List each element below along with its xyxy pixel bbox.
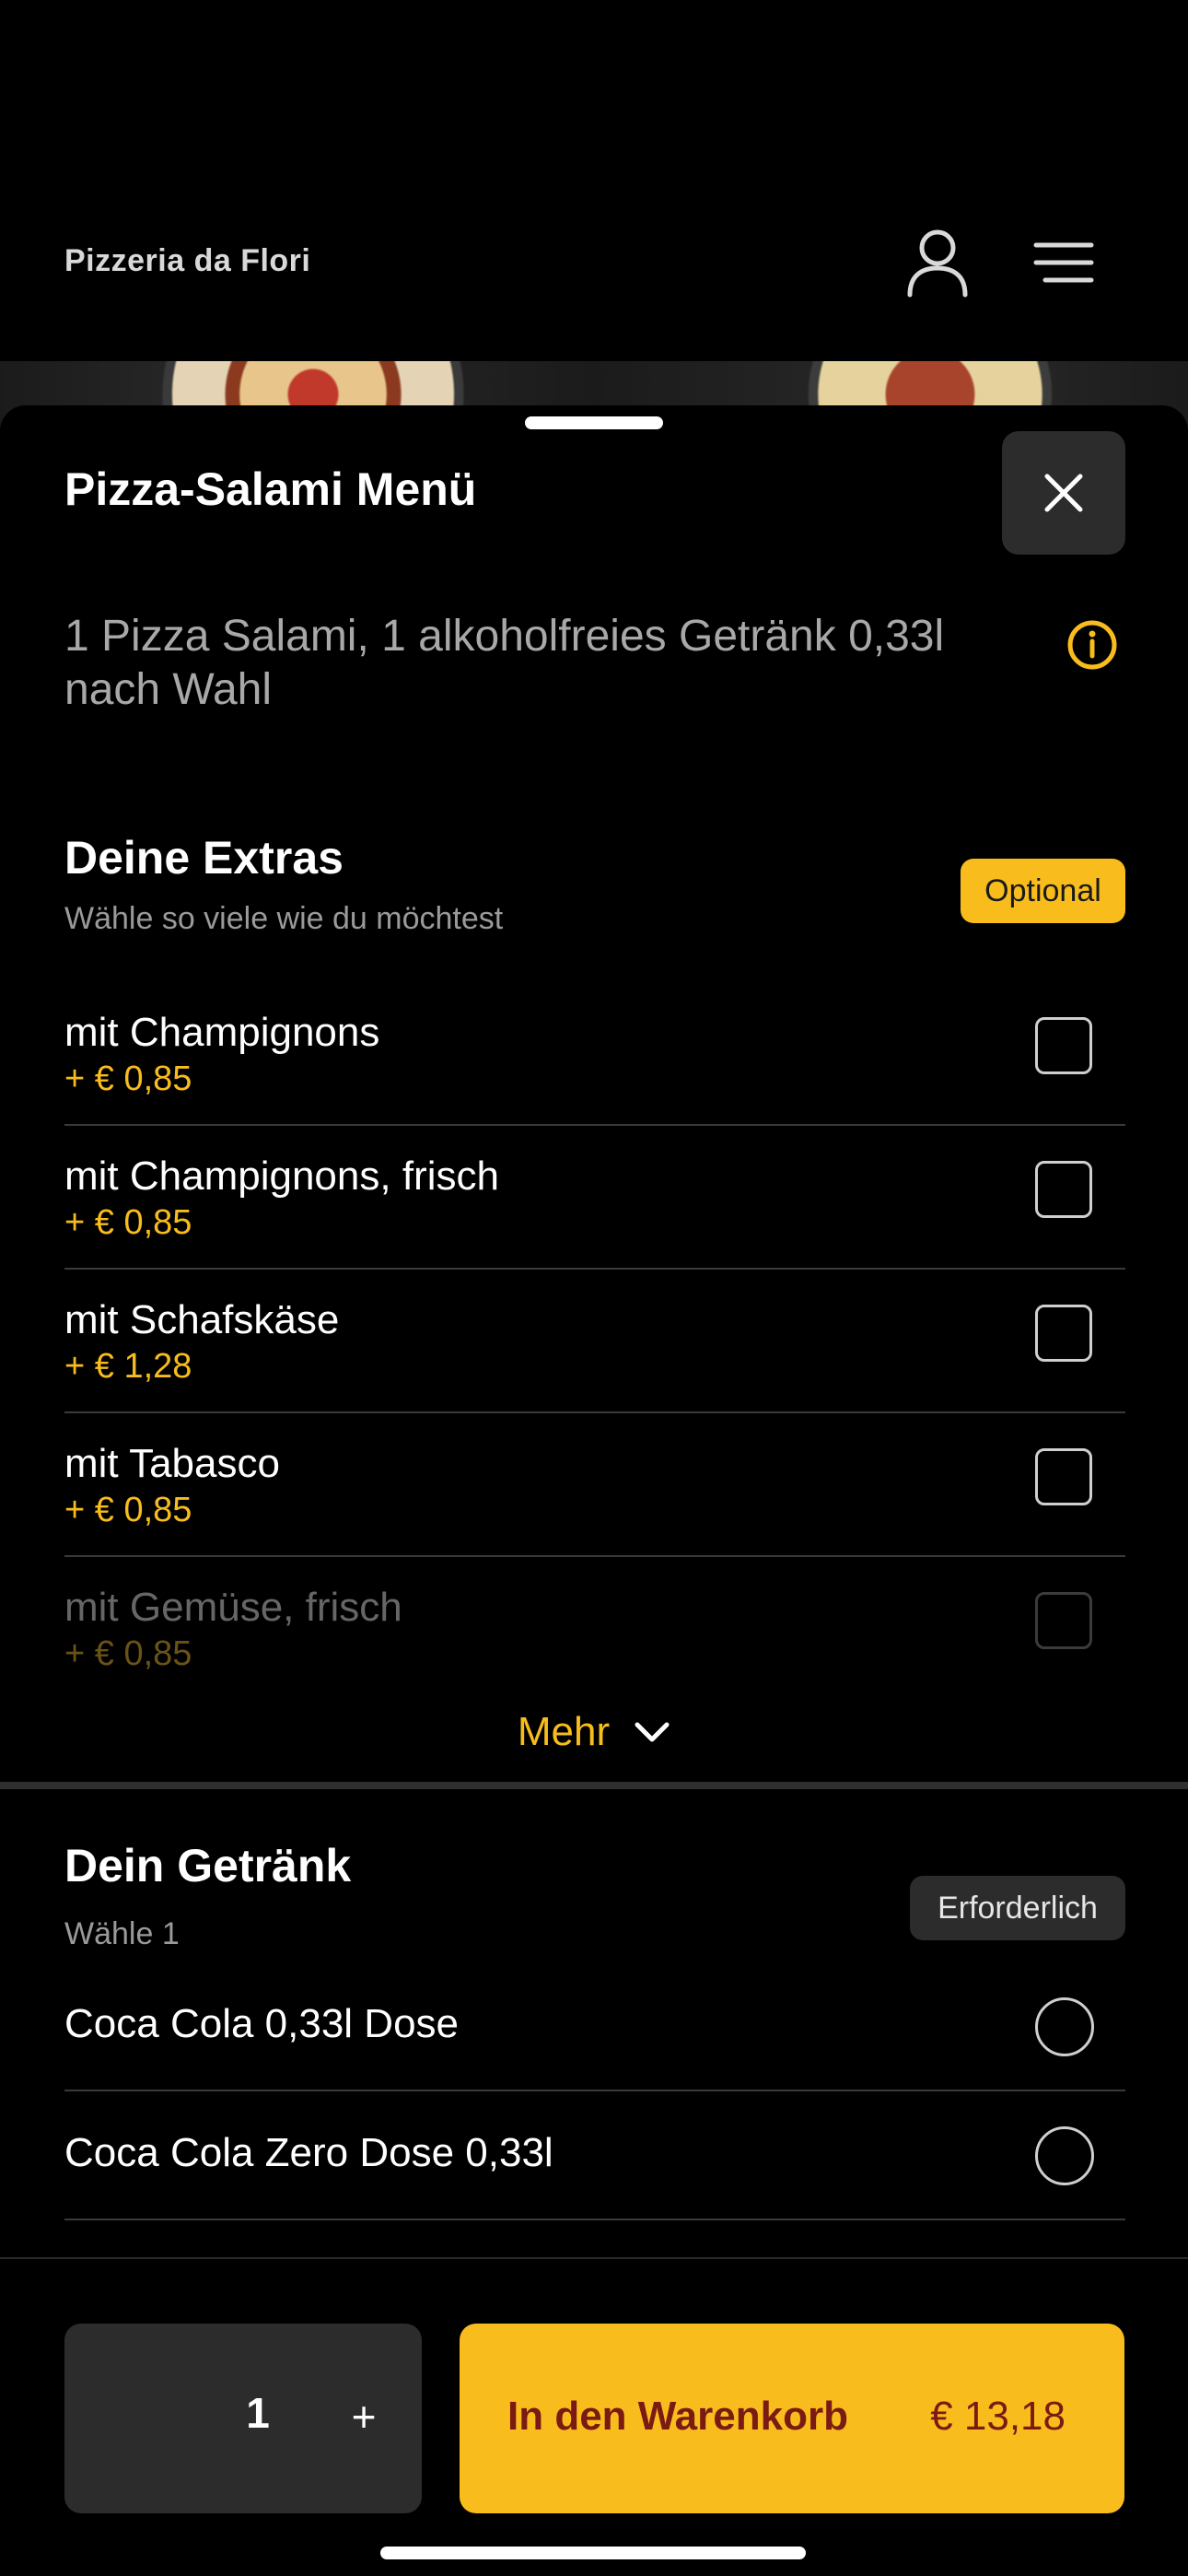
drink-name: Coca Cola Zero Dose 0,33l [64,2130,553,2175]
add-to-cart-label: In den Warenkorb [507,2394,848,2439]
extras-title: Deine Extras [64,832,344,884]
drink-option[interactable]: Coca Cola Zero Dose 0,33l [64,2091,1125,2220]
extra-checkbox[interactable] [1035,1448,1092,1505]
extra-name: mit Gemüse, frisch [64,1585,402,1630]
extra-checkbox[interactable] [1035,1592,1092,1649]
drinks-title: Dein Getränk [64,1840,352,1891]
extra-price: + € 0,85 [64,1060,192,1098]
extras-subtitle: Wähle so viele wie du möchtest [64,901,504,936]
cart-total: € 13,18 [930,2394,1066,2439]
close-icon [1044,474,1083,512]
extra-price: + € 0,85 [64,1491,192,1529]
product-title: Pizza-Salami Menü [64,463,477,515]
home-indicator [380,2547,806,2559]
quantity-stepper[interactable]: 1 + [64,2324,422,2513]
extra-name: mit Champignons [64,1010,380,1055]
drink-radio[interactable] [1035,1997,1094,2056]
extra-name: mit Tabasco [64,1441,280,1486]
close-button[interactable] [1002,431,1125,555]
add-to-cart-button[interactable]: In den Warenkorb € 13,18 [460,2324,1124,2513]
app-header: Pizzeria da Flori [0,0,1188,361]
required-badge: Erforderlich [910,1876,1125,1940]
brand-name[interactable]: Pizzeria da Flori [64,243,310,279]
extra-option[interactable]: mit Tabasco + € 0,85 [64,1413,1125,1557]
optional-badge: Optional [961,859,1125,923]
show-more-button[interactable]: Mehr [0,1695,1188,1769]
user-icon[interactable] [901,221,974,304]
section-divider [0,1782,1188,1789]
drink-option[interactable]: Coca Cola 0,33l Dose [64,1962,1125,2091]
info-icon[interactable] [1066,619,1118,671]
quantity-plus-button[interactable]: + [332,2384,396,2449]
extra-option[interactable]: mit Schafskäse + € 1,28 [64,1270,1125,1413]
extra-checkbox[interactable] [1035,1161,1092,1218]
extra-name: mit Schafskäse [64,1297,340,1342]
extra-price: + € 0,85 [64,1203,192,1242]
drinks-subtitle: Wähle 1 [64,1916,180,1951]
hamburger-menu-icon[interactable] [1027,221,1101,304]
extra-price: + € 1,28 [64,1347,192,1386]
drink-radio[interactable] [1035,2126,1094,2185]
product-description: 1 Pizza Salami, 1 alkoholfreies Getränk … [64,612,945,714]
extra-option[interactable]: mit Champignons + € 0,85 [64,982,1125,1126]
show-more-label: Mehr [517,1709,611,1754]
extra-price: + € 0,85 [64,1634,192,1673]
extra-checkbox[interactable] [1035,1017,1092,1074]
extra-checkbox[interactable] [1035,1305,1092,1362]
quantity-value: 1 [246,2389,270,2437]
extra-option[interactable]: mit Champignons, frisch + € 0,85 [64,1126,1125,1270]
chevron-down-icon [635,1722,670,1742]
extra-name: mit Champignons, frisch [64,1153,499,1199]
bottom-action-bar: 1 + In den Warenkorb € 13,18 [0,2257,1188,2576]
sheet-grabber[interactable] [525,416,663,429]
extra-option[interactable]: mit Gemüse, frisch + € 0,85 [64,1557,1125,1701]
drink-name: Coca Cola 0,33l Dose [64,2001,460,2046]
product-sheet: Pizza-Salami Menü 1 Pizza Salami, 1 alko… [0,405,1188,2576]
